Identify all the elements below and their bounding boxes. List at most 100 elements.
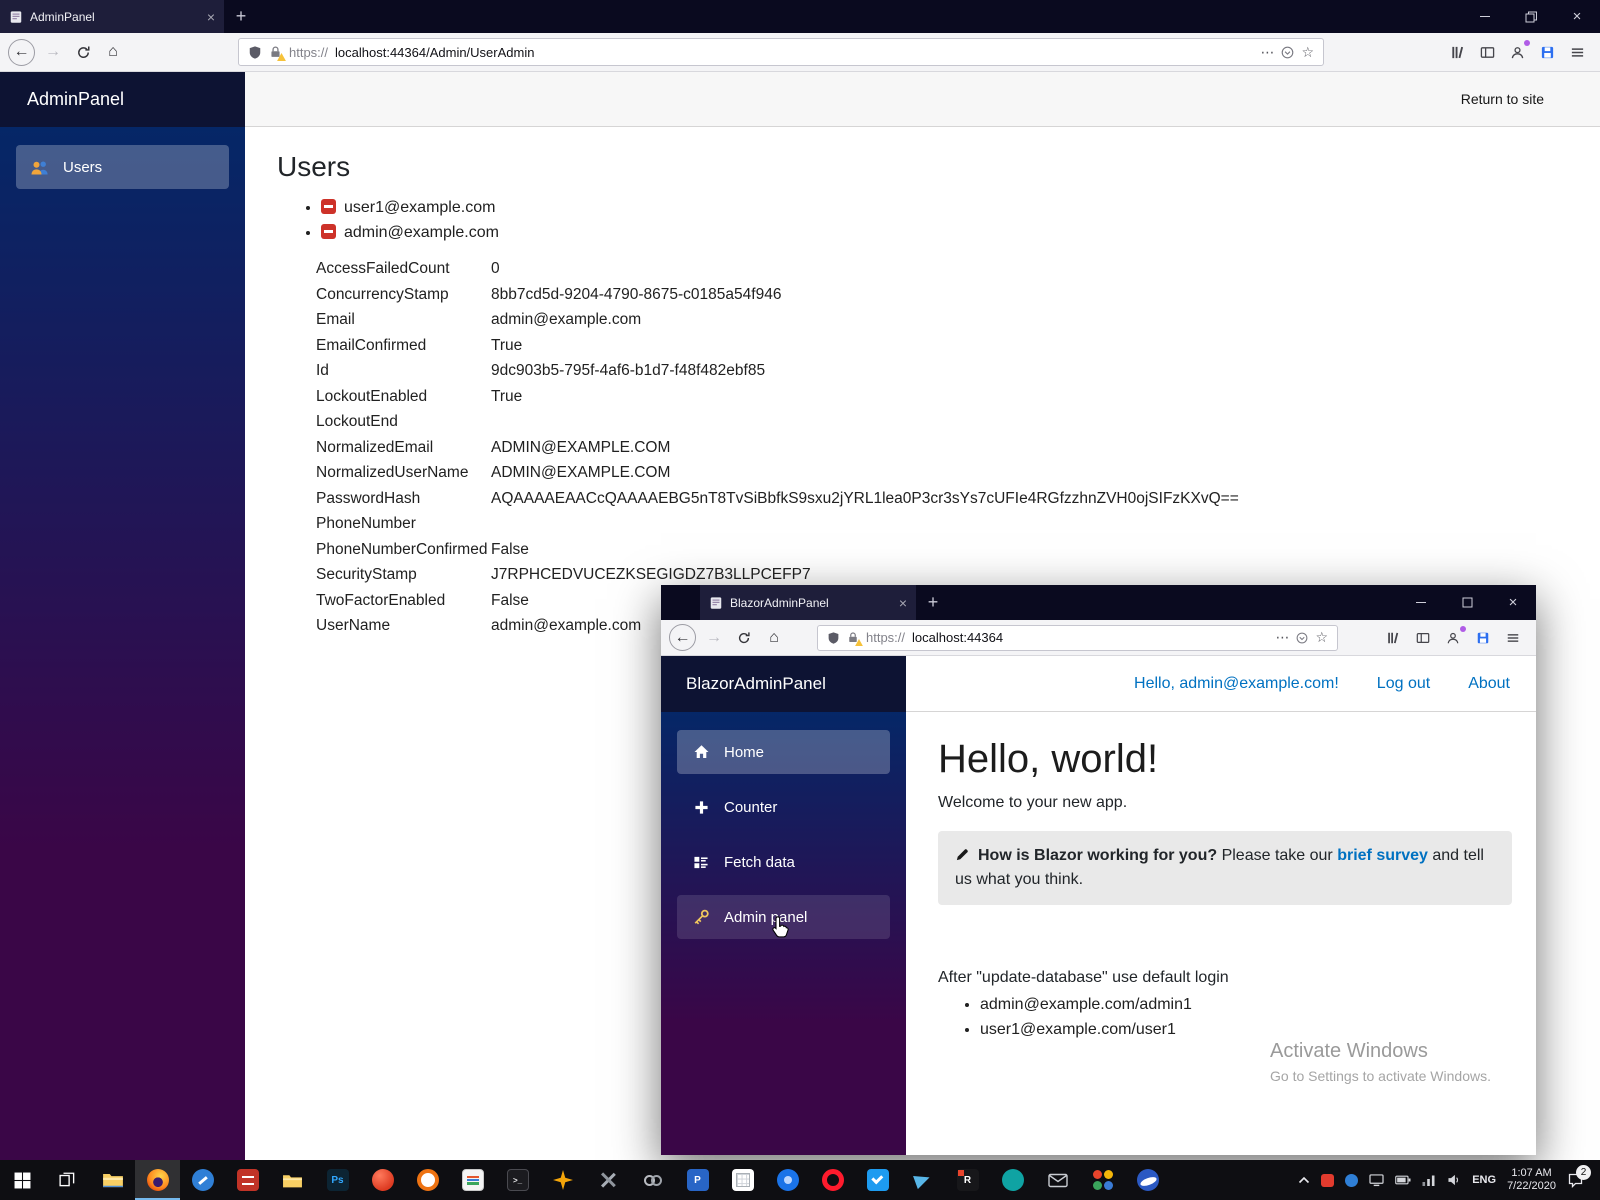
clock[interactable]: 1:07 AM 7/22/2020 [1507,1167,1556,1194]
close-button[interactable]: × [1490,585,1536,620]
app-icon-blue-circle[interactable] [765,1160,810,1200]
task-view-button[interactable] [45,1160,90,1200]
logout-link[interactable]: Log out [1377,675,1430,693]
minimize-button[interactable] [1398,585,1444,620]
blazor-top-row: BlazorAdminPanel Hello, admin@example.co… [661,656,1536,712]
battery-tray-icon[interactable] [1395,1175,1411,1185]
bookmark-star-icon[interactable]: ☆ [1315,629,1328,646]
terminal-icon[interactable]: >_ [495,1160,540,1200]
pocket-icon[interactable] [1281,46,1294,59]
greeting-link[interactable]: Hello, admin@example.com! [1134,675,1339,693]
sidebar-item-admin-panel[interactable]: Admin panel [677,895,890,939]
menu-hamburger-icon[interactable] [1498,623,1528,653]
app-icon-blue-swirl[interactable] [1125,1160,1170,1200]
tracking-protection-shield-icon[interactable] [248,45,262,60]
url-bar[interactable]: https:// localhost:44364 ⋯ ☆ [817,624,1338,651]
browser-tab[interactable]: BlazorAdminPanel × [700,585,916,620]
sidebar-item-fetch-data[interactable]: Fetch data [677,840,890,884]
remove-user-icon[interactable] [321,199,336,214]
save-page-icon[interactable] [1468,623,1498,653]
account-icon[interactable] [1438,623,1468,653]
app-icon-document[interactable] [450,1160,495,1200]
login-list-item: admin@example.com/admin1 [980,996,1512,1014]
browser-tab[interactable]: AdminPanel × [0,0,224,33]
home-button[interactable]: ⌂ [98,37,128,67]
new-tab-button[interactable]: + [224,0,258,33]
library-icon[interactable] [1442,37,1472,67]
user-link[interactable]: user1@example.com [344,199,495,216]
pocket-icon[interactable] [1296,632,1308,644]
app-icon-red-sphere[interactable] [360,1160,405,1200]
bookmark-star-icon[interactable]: ☆ [1301,44,1314,61]
app-icon-grid[interactable] [720,1160,765,1200]
sidebar-item-users[interactable]: Users [16,145,229,189]
tab-close-icon[interactable]: × [207,10,215,24]
page-actions-icon[interactable]: ⋯ [1260,44,1274,61]
network-tray-icon[interactable] [1422,1175,1436,1186]
volume-tray-icon[interactable] [1447,1174,1461,1186]
tray-app-icon-blue[interactable] [1345,1173,1359,1187]
restore-button[interactable] [1508,0,1554,33]
action-center-button[interactable]: 2 [1567,1165,1591,1188]
sidebars-icon[interactable] [1472,37,1502,67]
titlebar[interactable]: BlazorAdminPanel × + × [661,585,1536,620]
app-icon-blue-p[interactable]: P [675,1160,720,1200]
file-explorer-icon[interactable] [90,1160,135,1200]
maximize-button[interactable] [1444,585,1490,620]
save-page-icon[interactable] [1532,37,1562,67]
lock-warning-icon[interactable] [269,45,286,61]
titlebar-drag-area[interactable] [950,585,1398,620]
hidden-icons-button[interactable] [1298,1176,1310,1184]
folder-icon[interactable] [270,1160,315,1200]
tracking-protection-shield-icon[interactable] [827,631,840,645]
app-icon-orange-ring[interactable] [405,1160,450,1200]
sidebar-item-home[interactable]: Home [677,730,890,774]
page-actions-icon[interactable]: ⋯ [1275,629,1289,646]
remove-user-icon[interactable] [321,224,336,239]
new-tab-button[interactable]: + [916,585,950,620]
sidebar-item-label: Fetch data [724,853,795,871]
start-button[interactable] [0,1160,45,1200]
sidebars-icon[interactable] [1408,623,1438,653]
photoshop-icon[interactable]: Ps [315,1160,360,1200]
monitor-tray-icon[interactable] [1369,1173,1384,1187]
forward-button[interactable]: → [699,623,729,653]
language-indicator[interactable]: ENG [1472,1174,1496,1186]
app-icon-feather[interactable] [900,1160,945,1200]
back-button[interactable]: ← [669,624,696,651]
app-icon-blue[interactable] [180,1160,225,1200]
tray-date: 7/22/2020 [1507,1180,1556,1192]
return-to-site-link[interactable]: Return to site [1461,91,1544,107]
minimize-button[interactable] [1462,0,1508,33]
reload-button[interactable] [729,623,759,653]
firefox-icon[interactable] [135,1160,180,1200]
app-icon-blue-notch[interactable] [855,1160,900,1200]
forward-button[interactable]: → [38,37,68,67]
menu-hamburger-icon[interactable] [1562,37,1592,67]
sidebar-item-counter[interactable]: Counter [677,785,890,829]
app-icon-teal[interactable] [990,1160,1035,1200]
brief-survey-link[interactable]: brief survey [1337,847,1428,864]
library-icon[interactable] [1378,623,1408,653]
app-icon-crossed-tools[interactable] [585,1160,630,1200]
about-link[interactable]: About [1468,675,1510,693]
opera-icon[interactable] [810,1160,855,1200]
titlebar[interactable]: AdminPanel × + × [0,0,1600,33]
tray-app-icon-red[interactable] [1321,1173,1335,1187]
app-icon-starburst[interactable] [540,1160,585,1200]
lock-warning-icon[interactable] [847,631,863,646]
account-icon[interactable] [1502,37,1532,67]
app-icon-rings[interactable] [630,1160,675,1200]
reload-button[interactable] [68,37,98,67]
user-link[interactable]: admin@example.com [344,224,499,241]
home-button[interactable]: ⌂ [759,623,789,653]
mail-icon[interactable] [1035,1160,1080,1200]
rider-icon[interactable]: R [945,1160,990,1200]
url-bar[interactable]: https:// localhost:44364/Admin/UserAdmin… [238,38,1324,66]
close-button[interactable]: × [1554,0,1600,33]
app-icon-red-stripes[interactable] [225,1160,270,1200]
titlebar-drag-area[interactable] [258,0,1462,33]
tab-close-icon[interactable]: × [899,596,907,610]
app-icon-colorful[interactable] [1080,1160,1125,1200]
back-button[interactable]: ← [8,38,35,66]
